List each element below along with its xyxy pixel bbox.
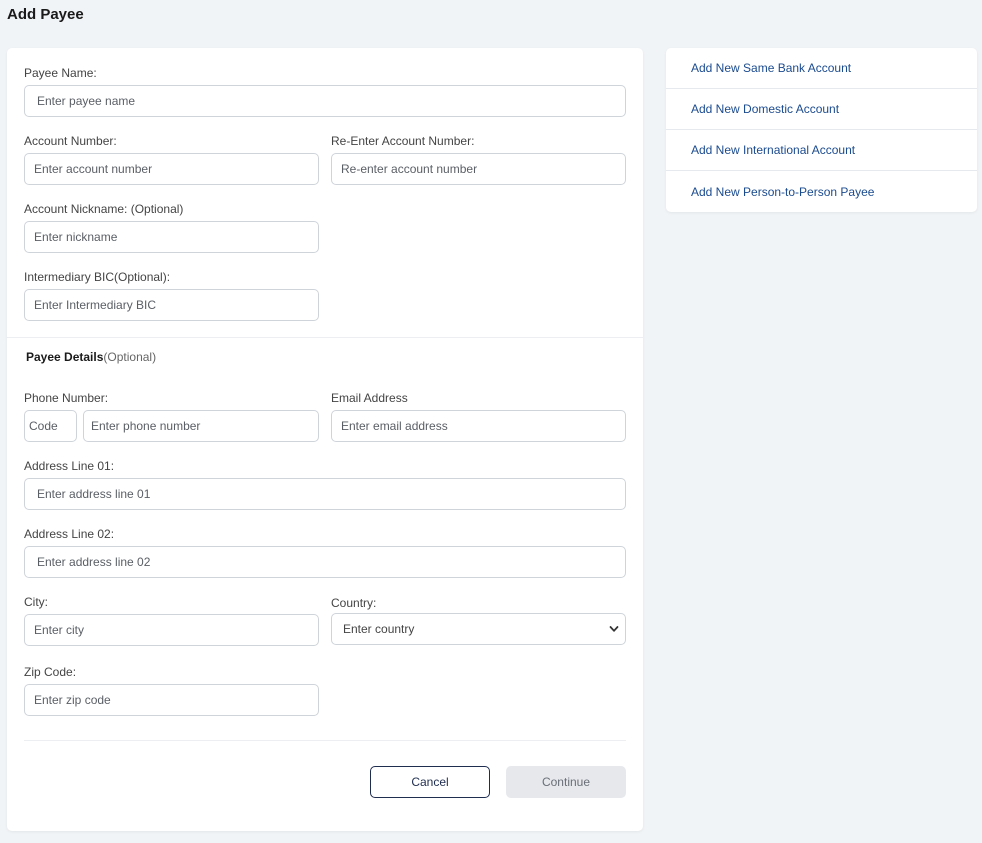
footer-divider — [24, 740, 626, 741]
city-label: City: — [24, 595, 48, 609]
address2-label: Address Line 02: — [24, 527, 115, 541]
address1-label: Address Line 01: — [24, 459, 115, 473]
continue-button[interactable]: Continue — [506, 766, 626, 798]
nickname-label: Account Nickname: (Optional) — [24, 202, 184, 216]
zip-input[interactable] — [24, 684, 319, 716]
payee-details-optional: (Optional) — [103, 350, 157, 364]
payee-name-label: Payee Name: — [24, 66, 97, 80]
zip-label: Zip Code: — [24, 665, 77, 679]
account-number-input[interactable] — [24, 153, 319, 185]
email-input[interactable] — [331, 410, 626, 442]
reenter-account-input[interactable] — [331, 153, 626, 185]
country-select-value: Enter country — [343, 622, 415, 636]
add-same-bank-link[interactable]: Add New Same Bank Account — [666, 48, 977, 89]
phone-label: Phone Number: — [24, 391, 109, 405]
account-number-label: Account Number: — [24, 134, 117, 148]
add-account-options: Add New Same Bank Account Add New Domest… — [666, 48, 977, 212]
add-international-link[interactable]: Add New International Account — [666, 130, 977, 171]
phone-number-input[interactable] — [83, 410, 319, 442]
cancel-button[interactable]: Cancel — [370, 766, 490, 798]
intermediary-bic-input[interactable] — [24, 289, 319, 321]
intermediary-bic-label: Intermediary BIC(Optional): — [24, 270, 171, 284]
address1-input[interactable] — [24, 478, 626, 510]
city-input[interactable] — [24, 614, 319, 646]
payee-name-input[interactable] — [24, 85, 626, 117]
chevron-down-icon — [609, 626, 619, 632]
add-payee-form: Payee Name: Account Number: Re-Enter Acc… — [7, 48, 643, 831]
country-label: Country: — [331, 596, 377, 610]
nickname-input[interactable] — [24, 221, 319, 253]
address2-input[interactable] — [24, 546, 626, 578]
payee-details-title: Payee Details(Optional) — [26, 350, 157, 364]
country-select[interactable]: Enter country — [331, 613, 626, 645]
section-divider — [7, 337, 643, 338]
add-p2p-link[interactable]: Add New Person-to-Person Payee — [666, 171, 977, 212]
reenter-account-label: Re-Enter Account Number: — [331, 134, 475, 148]
page-title: Add Payee — [7, 6, 84, 23]
email-label: Email Address — [331, 391, 408, 405]
add-domestic-link[interactable]: Add New Domestic Account — [666, 89, 977, 130]
phone-code-input[interactable] — [24, 410, 77, 442]
